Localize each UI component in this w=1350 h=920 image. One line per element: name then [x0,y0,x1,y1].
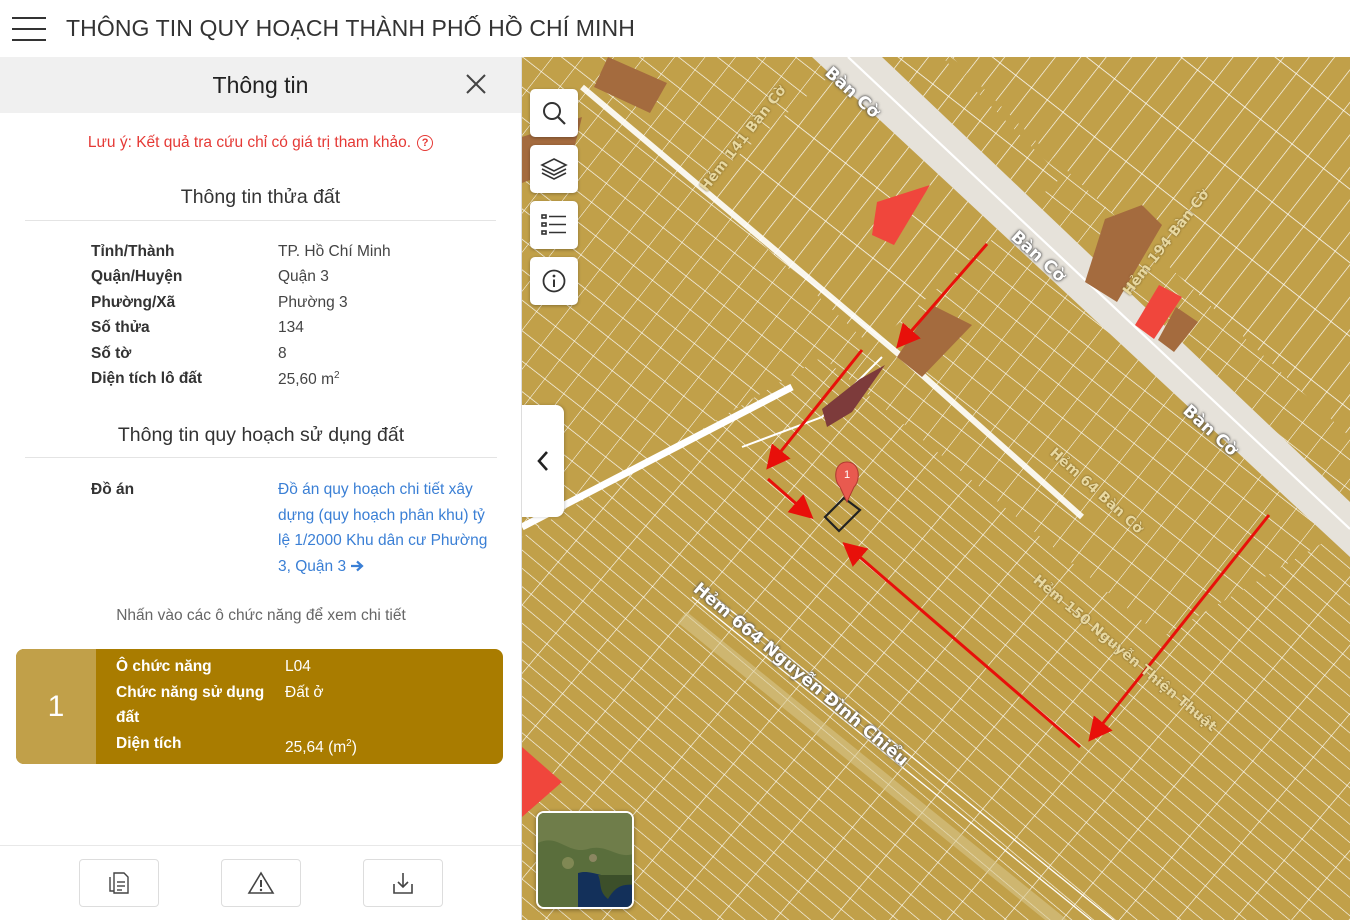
top-bar: THÔNG TIN QUY HOẠCH THÀNH PHỐ HỒ CHÍ MIN… [0,0,1350,57]
download-button[interactable] [363,859,443,907]
parcel-info-table: Tỉnh/Thành TP. Hồ Chí Minh Quận/Huyện Quận… [91,239,391,392]
satellite-minimap-button[interactable] [536,811,634,909]
warning-icon [247,871,275,894]
chevron-left-icon [537,451,548,471]
parcel-row-province: Tỉnh/Thành TP. Hồ Chí Minh [91,242,391,260]
map-canvas[interactable]: 1 [522,57,1350,920]
collapse-panel-button[interactable] [522,405,564,517]
map-view[interactable]: 1 Bàn Cờ Bàn Cờ Bàn Cờ Hẻm 141 Bàn Cờ Hẻ… [522,57,1350,920]
parcel-row-sheet-number: Số tờ 8 [91,344,287,362]
zone-row-land-use: Chức năng sử dụng đất Đất ở [116,683,324,727]
marker-label: 1 [844,469,850,481]
zone-details: Ô chức năng L04 Chức năng sử dụng đất Đất … [96,649,357,764]
question-icon[interactable]: ? [417,135,434,151]
search-button[interactable] [530,89,578,137]
disclaimer-text: Lưu ý: Kết quả tra cứu chỉ có giá trị th… [87,134,412,151]
app-title: THÔNG TIN QUY HOẠCH THÀNH PHỐ HỒ CHÍ MIN… [66,15,635,41]
zone-row-area: Diện tích 25,64 (m2) [116,734,357,756]
plan-section-title: Thông tin quy hoạch sử dụng đất [117,424,405,446]
hint-text: Nhấn vào các ô chức năng để xem chi tiết [116,607,406,624]
divider [25,457,497,458]
zone-row-function-cell: Ô chức năng L04 [116,658,311,675]
plan-label: Đồ án [91,481,135,498]
close-icon[interactable] [463,71,489,97]
info-icon [542,269,566,293]
panel-header: Thông tin [0,57,521,113]
parcel-row-district: Quận/Huyện Quận 3 [91,268,329,286]
list-icon [541,214,566,235]
disclaimer-note: Lưu ý: Kết quả tra cứu chỉ có giá trị th… [0,134,521,152]
plan-link[interactable]: Đồ án quy hoạch chi tiết xây dựng (quy h… [278,477,488,579]
parcel-row-lot-number: Số thửa 134 [91,319,304,337]
map-toolbar [530,89,578,305]
parcel-section-title: Thông tin thửa đất [180,186,341,208]
search-icon [543,102,566,125]
report-button[interactable] [221,859,301,907]
download-icon [393,873,413,894]
divider [25,220,496,221]
parcel-row-area: Diện tích lô đất 25,60 m2 [91,369,340,388]
legend-list-button[interactable] [530,201,578,249]
document-button[interactable] [79,859,159,907]
menu-icon[interactable] [12,16,46,41]
info-panel: Thông tin Lưu ý: Kết quả tra cứu chỉ có … [0,57,522,920]
plan-info: Đồ án Đồ án quy hoạch chi tiết xây dựng … [91,477,488,575]
document-icon [109,872,129,894]
satellite-thumbnail [538,813,632,907]
zone-card[interactable]: 1 Ô chức năng L04 Chức năng sử dụng đất Đấ… [16,649,503,764]
layers-icon [540,158,568,180]
layers-button[interactable] [530,145,578,193]
zone-number: 1 [16,649,96,764]
panel-footer [0,845,522,920]
info-button[interactable] [530,257,578,305]
panel-title: Thông tin [212,71,309,98]
parcel-row-ward: Phường/Xã Phường 3 [91,293,348,311]
arrow-right-icon [351,560,365,571]
